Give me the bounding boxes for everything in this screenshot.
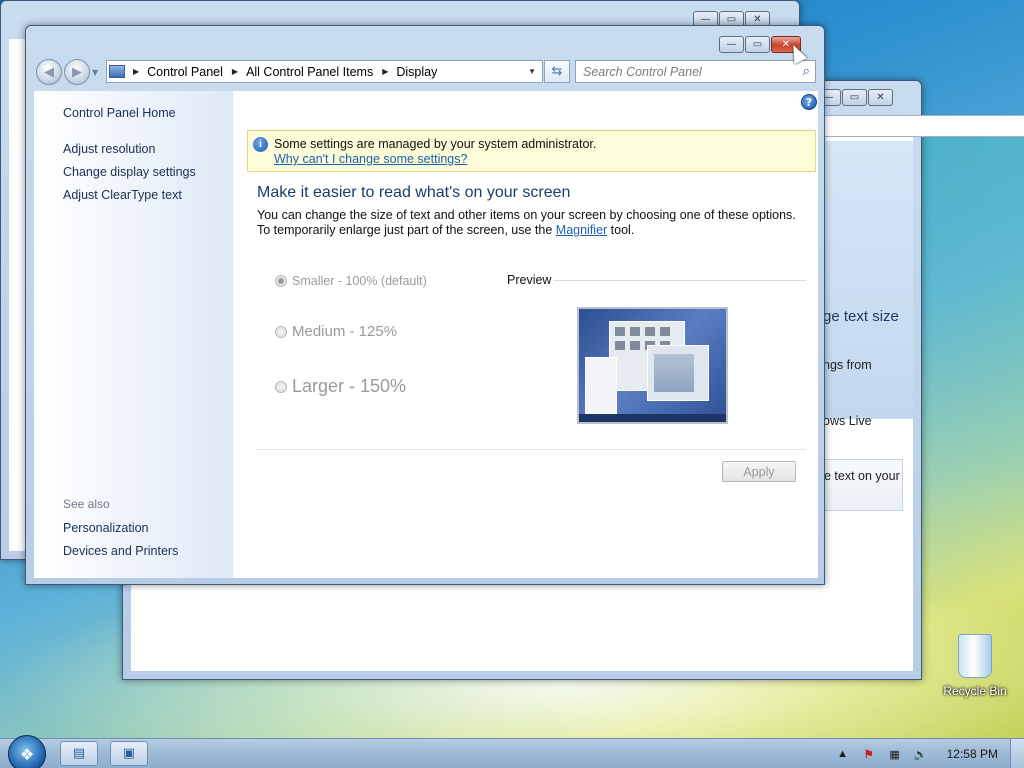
magnifier-link[interactable]: Magnifier xyxy=(556,223,607,237)
minimize-button[interactable]: — xyxy=(719,36,744,53)
preview-image xyxy=(577,307,728,424)
info-message: Some settings are managed by your system… xyxy=(274,137,597,151)
info-bar: i Some settings are managed by your syst… xyxy=(247,130,816,172)
maximize-button[interactable]: ▭ xyxy=(745,36,770,53)
option-larger[interactable]: Larger - 150% xyxy=(275,376,406,397)
option-label: Medium - 125% xyxy=(292,323,398,340)
adjust-resolution-link[interactable]: Adjust resolution xyxy=(63,142,155,156)
task-pane: Control Panel Home Adjust resolution Cha… xyxy=(34,91,233,578)
section-divider xyxy=(257,449,806,450)
network-icon[interactable]: ▦ xyxy=(887,746,903,762)
window-icon: ▣ xyxy=(122,746,136,761)
search-placeholder: Search Control Panel xyxy=(583,65,702,79)
info-icon: i xyxy=(253,137,268,152)
task-tile[interactable]: e text on your xyxy=(818,459,903,511)
refresh-icon: ⇆ xyxy=(551,64,563,79)
description-text-end: tool. xyxy=(607,223,635,237)
recycle-bin-icon[interactable] xyxy=(958,634,992,678)
personalization-link[interactable]: Personalization xyxy=(63,521,148,535)
page-description: You can change the size of text and othe… xyxy=(257,208,802,238)
back-arrow-icon[interactable]: ◀ xyxy=(36,59,62,85)
breadcrumb-control-panel[interactable]: Control Panel xyxy=(147,65,223,79)
action-center-flag-icon[interactable]: ⚑ xyxy=(861,746,877,762)
control-panel-icon xyxy=(109,65,125,78)
text-fragment: ge text size xyxy=(823,308,899,325)
option-medium[interactable]: Medium - 125% xyxy=(275,323,397,340)
preview-start-menu-icon xyxy=(585,357,617,415)
page-title: Make it easier to read what's on your sc… xyxy=(257,184,571,201)
clock[interactable]: 12:58 PM xyxy=(947,747,998,761)
volume-muted-icon[interactable]: 🔈 xyxy=(913,746,929,762)
address-bar[interactable]: ▶ Control Panel ▶ All Control Panel Item… xyxy=(106,60,543,83)
preview-divider xyxy=(554,280,806,281)
header-band xyxy=(813,141,913,419)
breadcrumb-separator-icon[interactable]: ▶ xyxy=(382,67,388,76)
preview-label: Preview xyxy=(507,273,552,287)
recycle-bin-label: Recycle Bin xyxy=(943,684,1007,698)
text-fragment: e text on your xyxy=(824,469,900,483)
address-dropdown-icon[interactable]: ▼ xyxy=(528,67,536,76)
notification-area: ▲ ⚑ ▦ 🔈 12:58 PM xyxy=(835,739,1024,768)
show-desktop-button[interactable] xyxy=(1010,739,1024,768)
background-window-right-controls: — ▭ ✕ xyxy=(816,89,893,106)
breadcrumb-separator-icon[interactable]: ▶ xyxy=(133,67,139,76)
breadcrumb-separator-icon[interactable]: ▶ xyxy=(232,67,238,76)
search-input[interactable]: ⌕ xyxy=(823,115,1024,137)
breadcrumb-display[interactable]: Display xyxy=(396,65,437,79)
taskbar-control-panel-button[interactable]: ▤ xyxy=(60,741,98,766)
display-window[interactable]: — ▭ ✕ ◀ ▶ ▼ ▶ Control Panel ▶ All Contro… xyxy=(25,25,825,585)
recycle-bin-shortcut[interactable]: Recycle Bin xyxy=(940,634,1010,698)
option-smaller[interactable]: Smaller - 100% (default) xyxy=(275,274,427,288)
search-icon[interactable]: ⌕ xyxy=(803,63,810,79)
breadcrumb-all-items[interactable]: All Control Panel Items xyxy=(246,65,373,79)
text-fragment: ows Live xyxy=(823,414,872,428)
control-panel-home-link[interactable]: Control Panel Home xyxy=(63,106,176,120)
windows-logo-icon: ❖ xyxy=(19,744,35,764)
window-content: Control Panel Home Adjust resolution Cha… xyxy=(34,91,818,578)
preview-taskbar-icon xyxy=(579,414,726,422)
radio-button-selected[interactable] xyxy=(275,275,287,287)
option-label: Larger - 150% xyxy=(292,376,407,396)
preview-window-icon xyxy=(647,345,709,401)
recent-pages-dropdown[interactable]: ▼ xyxy=(92,68,98,77)
search-input[interactable]: Search Control Panel ⌕ xyxy=(575,60,816,83)
option-label: Smaller - 100% (default) xyxy=(292,274,427,288)
adjust-cleartype-link[interactable]: Adjust ClearType text xyxy=(63,188,182,202)
maximize-button[interactable]: ▭ xyxy=(842,89,867,106)
taskbar: ❖ ▤ ▣ ▲ ⚑ ▦ 🔈 12:58 PM xyxy=(0,735,1024,768)
apply-button[interactable]: Apply xyxy=(722,461,796,482)
start-button[interactable]: ❖ xyxy=(8,735,46,768)
text-fragment: ngs from xyxy=(823,358,872,372)
close-button[interactable]: ✕ xyxy=(868,89,893,106)
help-icon[interactable]: ? xyxy=(801,94,817,110)
description-text: You can change the size of text and othe… xyxy=(257,208,796,237)
devices-and-printers-link[interactable]: Devices and Printers xyxy=(63,544,178,558)
why-cant-change-link[interactable]: Why can't I change some settings? xyxy=(274,152,467,166)
change-display-settings-link[interactable]: Change display settings xyxy=(63,165,196,179)
show-hidden-icons-icon[interactable]: ▲ xyxy=(835,746,851,762)
forward-arrow-icon[interactable]: ▶ xyxy=(64,59,90,85)
taskbar-window-button[interactable]: ▣ xyxy=(110,741,148,766)
radio-button[interactable] xyxy=(275,380,287,393)
control-panel-icon: ▤ xyxy=(72,746,86,761)
see-also-label: See also xyxy=(63,497,110,511)
refresh-button[interactable]: ⇆ xyxy=(544,60,570,83)
radio-button[interactable] xyxy=(275,325,287,338)
